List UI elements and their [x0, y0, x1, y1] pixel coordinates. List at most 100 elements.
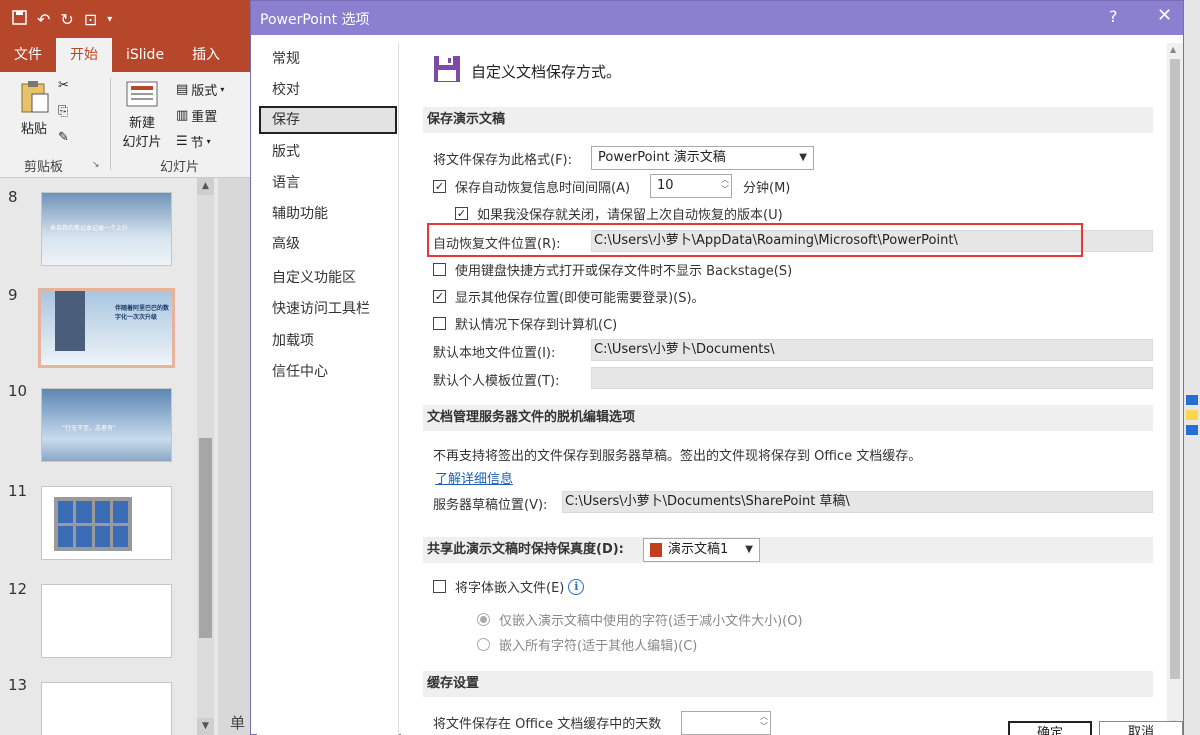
copy-icon[interactable]: ⎘	[58, 104, 68, 119]
autorecover-checkbox[interactable]: ✓	[433, 180, 446, 193]
template-location-label: 默认个人模板位置(T):	[433, 374, 560, 389]
nav-item-advanced[interactable]: 高级	[259, 230, 397, 258]
clipboard-group: 粘贴 ✂ ⎘ ✎ 剪贴板 ↘	[0, 72, 110, 178]
autorecover-label: 保存自动恢复信息时间间隔(A)	[455, 181, 631, 196]
chevron-down-icon: ▼	[745, 544, 753, 555]
local-location-field[interactable]: C:\Users\小萝卜\Documents\	[591, 339, 1153, 361]
nav-item-proofing[interactable]: 校对	[259, 76, 397, 104]
cancel-button[interactable]: 取消	[1099, 721, 1183, 735]
slide-thumbnail[interactable]	[41, 486, 172, 560]
nav-item-customize-ribbon[interactable]: 自定义功能区	[259, 264, 397, 292]
slide-number: 8	[8, 188, 18, 206]
slide-number: 11	[8, 482, 28, 500]
slide-number: 10	[8, 382, 28, 400]
slide-number: 9	[8, 286, 18, 304]
tab-file[interactable]: 文件	[0, 38, 56, 72]
embed-all-radio[interactable]	[477, 638, 490, 651]
section-button[interactable]: ☰ 节 ▾	[176, 132, 211, 151]
dialog-titlebar: PowerPoint 选项 ? ✕	[251, 1, 1183, 35]
save-format-select[interactable]: PowerPoint 演示文稿 ▼	[591, 146, 814, 170]
no-backstage-row: 使用键盘快捷方式打开或保存文件时不显示 Backstage(S)	[433, 260, 792, 279]
reset-button[interactable]: ▥ 重置	[176, 106, 217, 125]
spinner-arrows-icon[interactable]: ︿ ﹀	[721, 175, 729, 195]
close-button[interactable]: ✕	[1157, 5, 1172, 26]
scroll-up-icon[interactable]: ▲	[197, 178, 214, 195]
reset-icon: ▥	[176, 108, 189, 123]
slide-number: 12	[8, 580, 28, 598]
slide-thumbnail[interactable]	[41, 682, 172, 735]
tab-home[interactable]: 开始	[56, 38, 112, 72]
present-icon[interactable]: ⊡	[84, 10, 97, 29]
tab-insert[interactable]: 插入	[178, 38, 234, 72]
nav-item-trust-center[interactable]: 信任中心	[259, 358, 397, 386]
spinner-arrows-icon[interactable]: ︿ ﹀	[760, 712, 768, 732]
offline-note: 不再支持将签出的文件保存到服务器草稿。签出的文件现将保存到 Office 文档缓…	[433, 449, 922, 464]
slide-number: 13	[8, 676, 28, 694]
slide-thumbnail[interactable]	[41, 584, 172, 658]
cut-icon[interactable]: ✂	[58, 78, 69, 93]
info-icon[interactable]: i	[568, 578, 585, 595]
tab-islide[interactable]: iSlide	[112, 38, 178, 72]
learn-more-link[interactable]: 了解详细信息	[435, 468, 513, 487]
slide-thumbnail[interactable]: “行无不至，志者有”	[41, 388, 172, 462]
embed-only-used-radio[interactable]	[477, 613, 490, 626]
keep-last-checkbox[interactable]: ✓	[455, 207, 468, 220]
options-dialog: PowerPoint 选项 ? ✕ 常规 校对 保存 版式 语言 辅助功能 高级…	[250, 0, 1184, 735]
nav-item-layout[interactable]: 版式	[259, 138, 397, 166]
layout-button[interactable]: ▤ 版式 ▾	[176, 80, 224, 99]
layout-icon: ▤	[176, 82, 189, 97]
scroll-down-icon[interactable]: ▼	[197, 718, 214, 735]
keep-last-label: 如果我没保存就关闭，请保留上次自动恢复的版本(U)	[477, 208, 783, 223]
nav-item-addins[interactable]: 加载项	[259, 327, 397, 355]
server-drafts-field[interactable]: C:\Users\小萝卜\Documents\SharePoint 草稿\	[562, 491, 1153, 513]
nav-item-language[interactable]: 语言	[259, 169, 397, 197]
format-painter-icon[interactable]: ✎	[58, 130, 69, 145]
save-icon[interactable]	[12, 9, 27, 29]
new-slide-button[interactable]: 新建 幻灯片	[118, 80, 166, 150]
ok-button[interactable]: 确定	[1008, 721, 1092, 735]
help-button[interactable]: ?	[1109, 7, 1118, 26]
slide-thumbnails-pane: 8 来自我的笔记本记录一个上升 9 伴随着阿里巴巴的数字化一次次升级 10 “行…	[0, 178, 218, 735]
keep-last-row: ✓ 如果我没保存就关闭，请保留上次自动恢复的版本(U)	[455, 204, 783, 223]
slide-thumbnail-text: 来自我的笔记本记录一个上升	[50, 225, 129, 232]
embed-fonts-checkbox[interactable]	[433, 580, 446, 593]
section-cache: 缓存设置	[423, 671, 1153, 697]
cache-days-spinner[interactable]: ︿ ﹀	[681, 711, 771, 735]
autorecover-minutes-spinner[interactable]: 10 ︿ ﹀	[650, 174, 732, 198]
scroll-up-icon[interactable]: ▲	[1170, 45, 1176, 54]
embed-all-label: 嵌入所有字符(适于其他人编辑)(C)	[499, 639, 698, 654]
redo-icon[interactable]: ↻	[60, 10, 73, 29]
slides-group: 新建 幻灯片 ▤ 版式 ▾ ▥ 重置 ☰ 节 ▾ 幻灯片	[112, 72, 250, 178]
options-scrollbar[interactable]: ▲ ▼	[1167, 43, 1183, 735]
template-location-field[interactable]	[591, 367, 1153, 389]
undo-icon[interactable]: ↶	[37, 10, 50, 29]
edge-mark	[1186, 425, 1198, 435]
scrollbar-thumb[interactable]	[199, 438, 212, 638]
section-fidelity: 共享此演示文稿时保持保真度(D):	[423, 537, 1153, 563]
fidelity-document-select[interactable]: 演示文稿1 ▼	[643, 538, 760, 562]
section-icon: ☰	[176, 134, 188, 149]
scrollbar-thumb[interactable]	[1170, 59, 1180, 679]
save-local-checkbox[interactable]	[433, 317, 446, 330]
paste-button[interactable]: 粘贴	[14, 80, 54, 137]
embed-all-row: 嵌入所有字符(适于其他人编辑)(C)	[477, 635, 697, 654]
show-other-checkbox[interactable]: ✓	[433, 290, 446, 303]
edge-mark	[1186, 395, 1198, 405]
options-content: 自定义文档保存方式。 保存演示文稿 将文件保存为此格式(F): PowerPoi…	[401, 43, 1166, 735]
slides-scrollbar[interactable]: ▲ ▼	[197, 178, 214, 735]
paste-icon	[21, 81, 49, 113]
nav-item-general[interactable]: 常规	[259, 45, 397, 73]
slide-image	[55, 291, 85, 351]
slide-thumbnail[interactable]: 来自我的笔记本记录一个上升	[41, 192, 172, 266]
customize-qat-icon[interactable]: ▾	[107, 14, 112, 25]
slide-thumbnail-selected[interactable]: 伴随着阿里巴巴的数字化一次次升级	[38, 288, 175, 368]
nav-item-save[interactable]: 保存	[259, 106, 397, 134]
nav-item-accessibility[interactable]: 辅助功能	[259, 200, 397, 228]
quick-access-toolbar: ↶ ↻ ⊡ ▾	[0, 0, 250, 38]
embed-fonts-label: 将字体嵌入文件(E)	[455, 581, 565, 596]
server-drafts-label: 服务器草稿位置(V):	[433, 498, 548, 513]
no-backstage-checkbox[interactable]	[433, 263, 446, 276]
dialog-launcher-icon[interactable]: ↘	[92, 160, 100, 170]
save-icon	[433, 55, 461, 83]
nav-item-quick-access[interactable]: 快速访问工具栏	[259, 295, 397, 323]
